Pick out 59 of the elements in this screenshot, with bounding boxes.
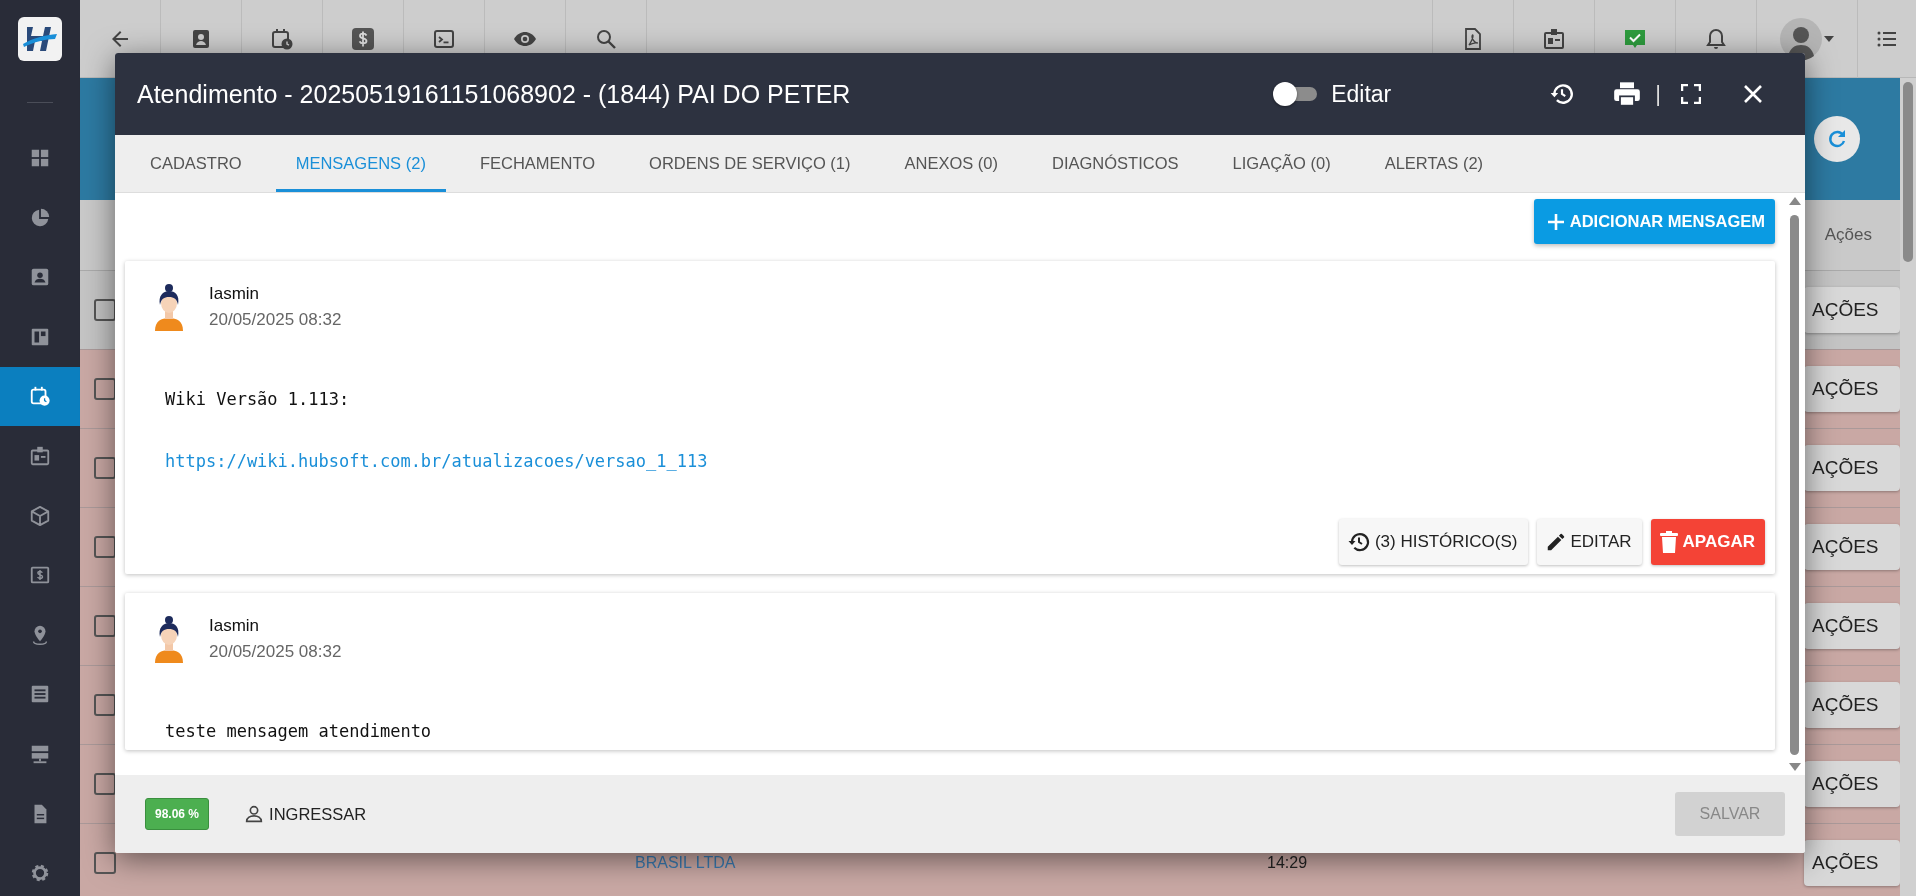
history-button[interactable] (1549, 81, 1576, 107)
bell-icon[interactable] (1704, 27, 1728, 51)
row-checkbox[interactable] (94, 852, 116, 874)
print-button[interactable] (1613, 81, 1642, 107)
message-date: 20/05/2025 08:32 (209, 642, 342, 662)
plus-icon (1545, 211, 1566, 232)
tab[interactable]: ANEXOS (0) (884, 135, 1018, 192)
actions-button[interactable]: AÇÕES (1804, 287, 1900, 333)
calendar-clock-icon (29, 385, 51, 408)
id-badge-icon[interactable] (1542, 27, 1566, 51)
logo[interactable] (18, 16, 62, 61)
sidebar-item[interactable] (0, 366, 80, 427)
actions-button[interactable]: AÇÕES (1804, 840, 1900, 886)
calendar-clock-icon[interactable] (270, 27, 294, 51)
tab[interactable]: CADASTRO (130, 135, 262, 192)
table-cell-text: 14:29 (1266, 854, 1308, 871)
tab[interactable]: FECHAMENTO (459, 135, 616, 192)
message-text: teste mensagem atendimento (165, 721, 432, 741)
score-badge: 98.06 % (145, 798, 210, 830)
pie-chart-icon (29, 206, 51, 229)
edit-button[interactable]: EDITAR (1536, 519, 1642, 565)
message-date: 20/05/2025 08:32 (209, 310, 342, 330)
actions-button[interactable]: AÇÕES (1804, 524, 1900, 570)
tab[interactable]: LIGAÇÃO (0) (1212, 135, 1351, 192)
delete-button[interactable]: APAGAR (1650, 519, 1765, 565)
close-button[interactable] (1743, 84, 1763, 104)
actions-button[interactable]: AÇÕES (1804, 603, 1900, 649)
arrow-up-icon[interactable] (1789, 197, 1801, 205)
cube-icon (29, 504, 51, 527)
history-button[interactable]: (3) HISTÓRICO(S) (1338, 519, 1528, 565)
server-icon (29, 743, 51, 766)
tab[interactable]: ORDENS DE SERVIÇO (1) (629, 135, 871, 192)
actions-button[interactable]: AÇÕES (1804, 445, 1900, 491)
message-link[interactable]: https://wiki.hubsoft.com.br/atualizacoes/versao_1_113 (165, 451, 708, 471)
arrow-down-icon[interactable] (1789, 763, 1801, 771)
table-cell: BRASIL LTDA (635, 854, 736, 871)
history-icon (1346, 530, 1371, 554)
caret-icon[interactable] (1824, 36, 1834, 42)
scrollbar[interactable] (1900, 78, 1916, 896)
separator: | (1655, 81, 1661, 107)
join-button[interactable]: INGRESSAR (239, 799, 371, 829)
search-icon[interactable] (594, 27, 618, 51)
author-name: Iasmin (209, 616, 261, 636)
actions-button[interactable]: AÇÕES (1804, 761, 1900, 807)
toggle-label: Editar (1331, 80, 1392, 108)
column-header: Ações (1824, 225, 1872, 245)
fullscreen-button[interactable] (1681, 84, 1701, 104)
author-name: Iasmin (209, 284, 261, 304)
id-badge-icon (29, 445, 51, 467)
tab[interactable]: ALERTAS (2) (1364, 135, 1504, 192)
actions-button[interactable]: AÇÕES (1804, 366, 1900, 412)
refresh-button[interactable] (1814, 116, 1860, 162)
dollar-icon[interactable] (351, 27, 375, 51)
dialog-title: Atendimento - 20250519161151068902 - (1844) PAI DO PETER (137, 79, 852, 109)
terminal-icon[interactable] (432, 27, 456, 51)
trash-icon (1658, 530, 1679, 554)
actions-button[interactable]: AÇÕES (1804, 682, 1900, 728)
tab[interactable]: DIAGNÓSTICOS (1032, 135, 1199, 192)
message-text: Wiki Versão 1.113: (165, 389, 350, 409)
